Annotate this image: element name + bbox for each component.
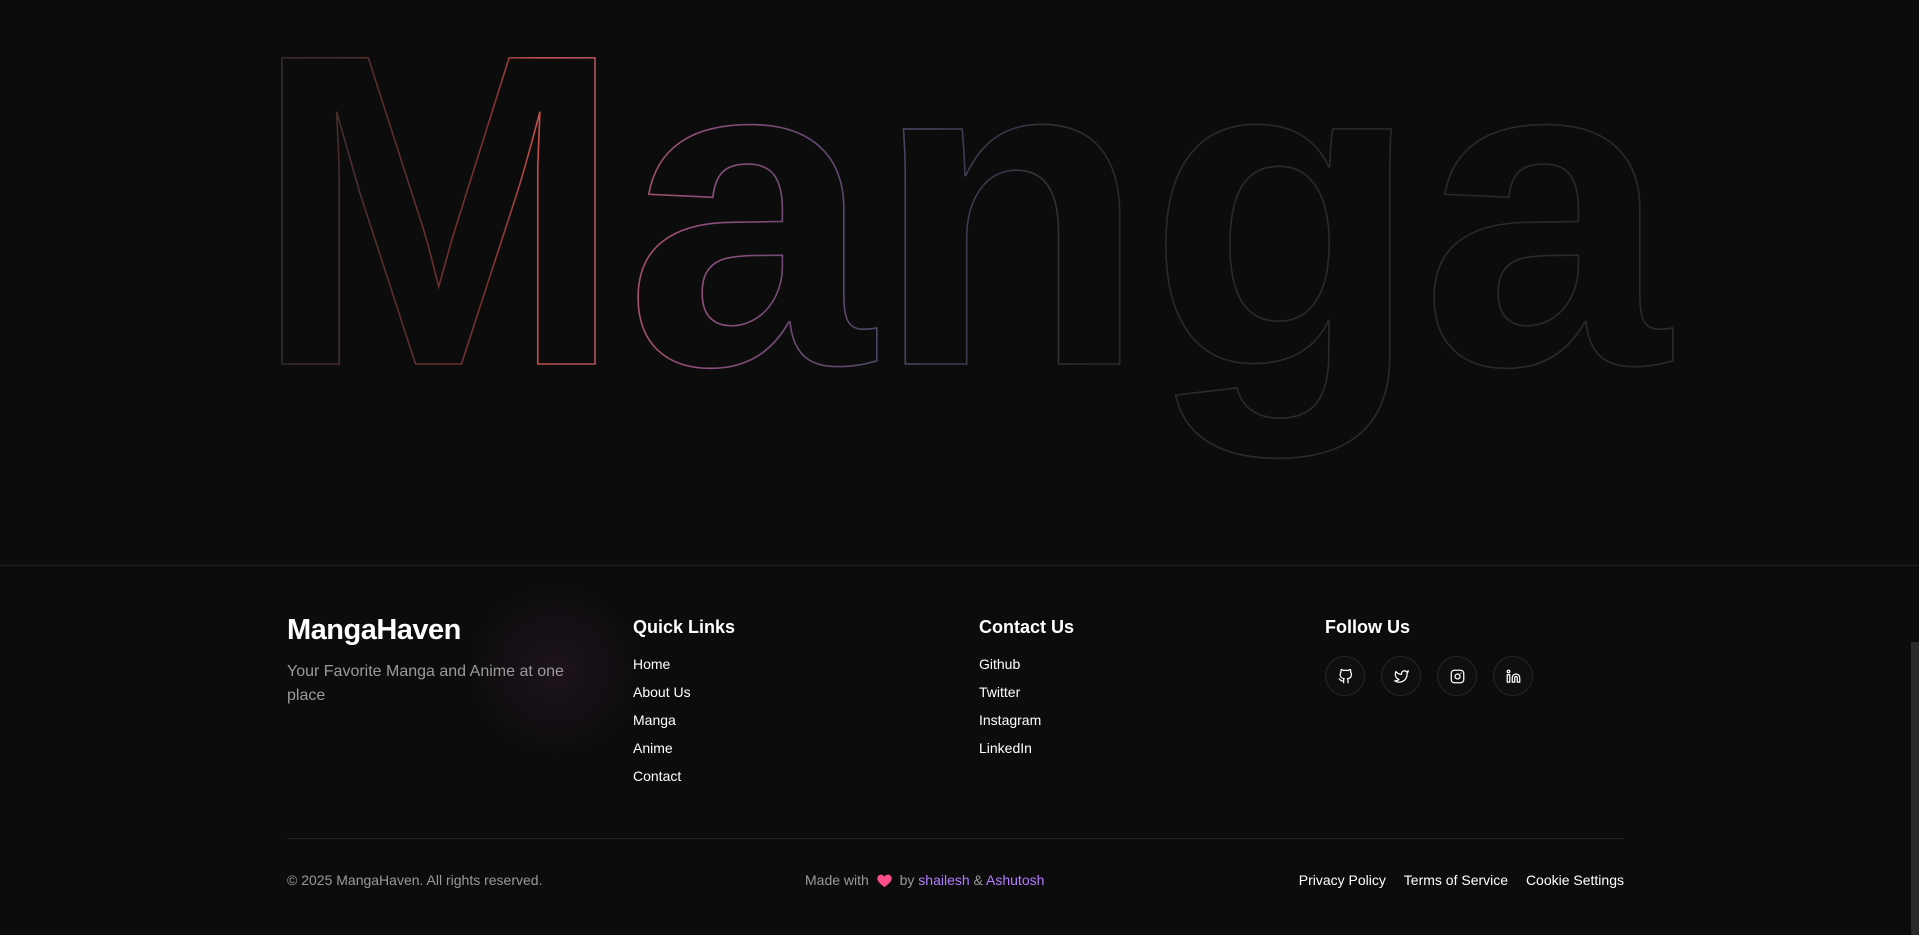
contact-link-github[interactable]: Github (979, 656, 1074, 673)
linkedin-button[interactable] (1493, 656, 1533, 696)
github-button[interactable] (1325, 656, 1365, 696)
instagram-button[interactable] (1437, 656, 1477, 696)
contact-title: Contact Us (979, 617, 1075, 637)
author-link-shailesh[interactable]: shailesh (918, 872, 969, 888)
contact-link-instagram[interactable]: Instagram (979, 712, 1074, 729)
author-link-ashutosh[interactable]: Ashutosh (986, 872, 1044, 888)
made-with-text: Made with (805, 872, 869, 888)
instagram-icon (1450, 669, 1464, 683)
follow-title: Follow Us (1325, 617, 1410, 637)
linkedin-icon (1506, 669, 1520, 683)
quick-link-manga[interactable]: Manga (633, 712, 735, 729)
site-footer: MangaHaven Your Favorite Manga and Anime… (0, 566, 1919, 935)
quick-links-title: Quick Links (633, 617, 736, 637)
heart-icon (877, 874, 892, 890)
quick-link-about-us[interactable]: About Us (633, 684, 735, 701)
ampersand-text: & (973, 872, 983, 888)
hero-outline-word: Manga (251, 0, 1673, 462)
quick-links-column: Quick Links Home About Us Manga Anime Co… (633, 616, 735, 796)
hero-banner: Manga (0, 0, 1919, 565)
by-text: by (899, 872, 915, 888)
quick-link-anime[interactable]: Anime (633, 740, 735, 757)
page: Manga MangaHaven Your Favorite Manga and… (0, 0, 1919, 935)
brand-name: MangaHaven (287, 614, 461, 646)
made-with-credit: Made with by shailesh & Ashutosh (805, 872, 1044, 890)
cookie-settings-link[interactable]: Cookie Settings (1526, 872, 1624, 888)
quick-links-list: Home About Us Manga Anime Contact (633, 656, 735, 785)
quick-link-home[interactable]: Home (633, 656, 735, 673)
hero-word: Manga (252, 0, 1673, 461)
privacy-policy-link[interactable]: Privacy Policy (1299, 872, 1386, 888)
quick-link-contact[interactable]: Contact (633, 768, 735, 785)
github-icon (1338, 668, 1352, 683)
brand-tagline: Your Favorite Manga and Anime at one pla… (287, 663, 564, 704)
legal-links: Privacy Policy Terms of Service Cookie S… (1285, 872, 1624, 888)
terms-of-service-link[interactable]: Terms of Service (1404, 872, 1508, 888)
brand-column: MangaHaven Your Favorite Manga and Anime… (287, 612, 587, 708)
twitter-icon (1393, 669, 1409, 683)
follow-column: Follow Us (1325, 616, 1533, 696)
contact-link-linkedin[interactable]: LinkedIn (979, 740, 1074, 757)
twitter-button[interactable] (1381, 656, 1421, 696)
contact-list: Github Twitter Instagram LinkedIn (979, 656, 1074, 757)
social-icons (1325, 656, 1533, 696)
contact-column: Contact Us Github Twitter Instagram Link… (979, 616, 1074, 768)
footer-divider (287, 838, 1624, 839)
copyright-text: © 2025 MangaHaven. All rights reserved. (287, 872, 543, 888)
contact-link-twitter[interactable]: Twitter (979, 684, 1074, 701)
